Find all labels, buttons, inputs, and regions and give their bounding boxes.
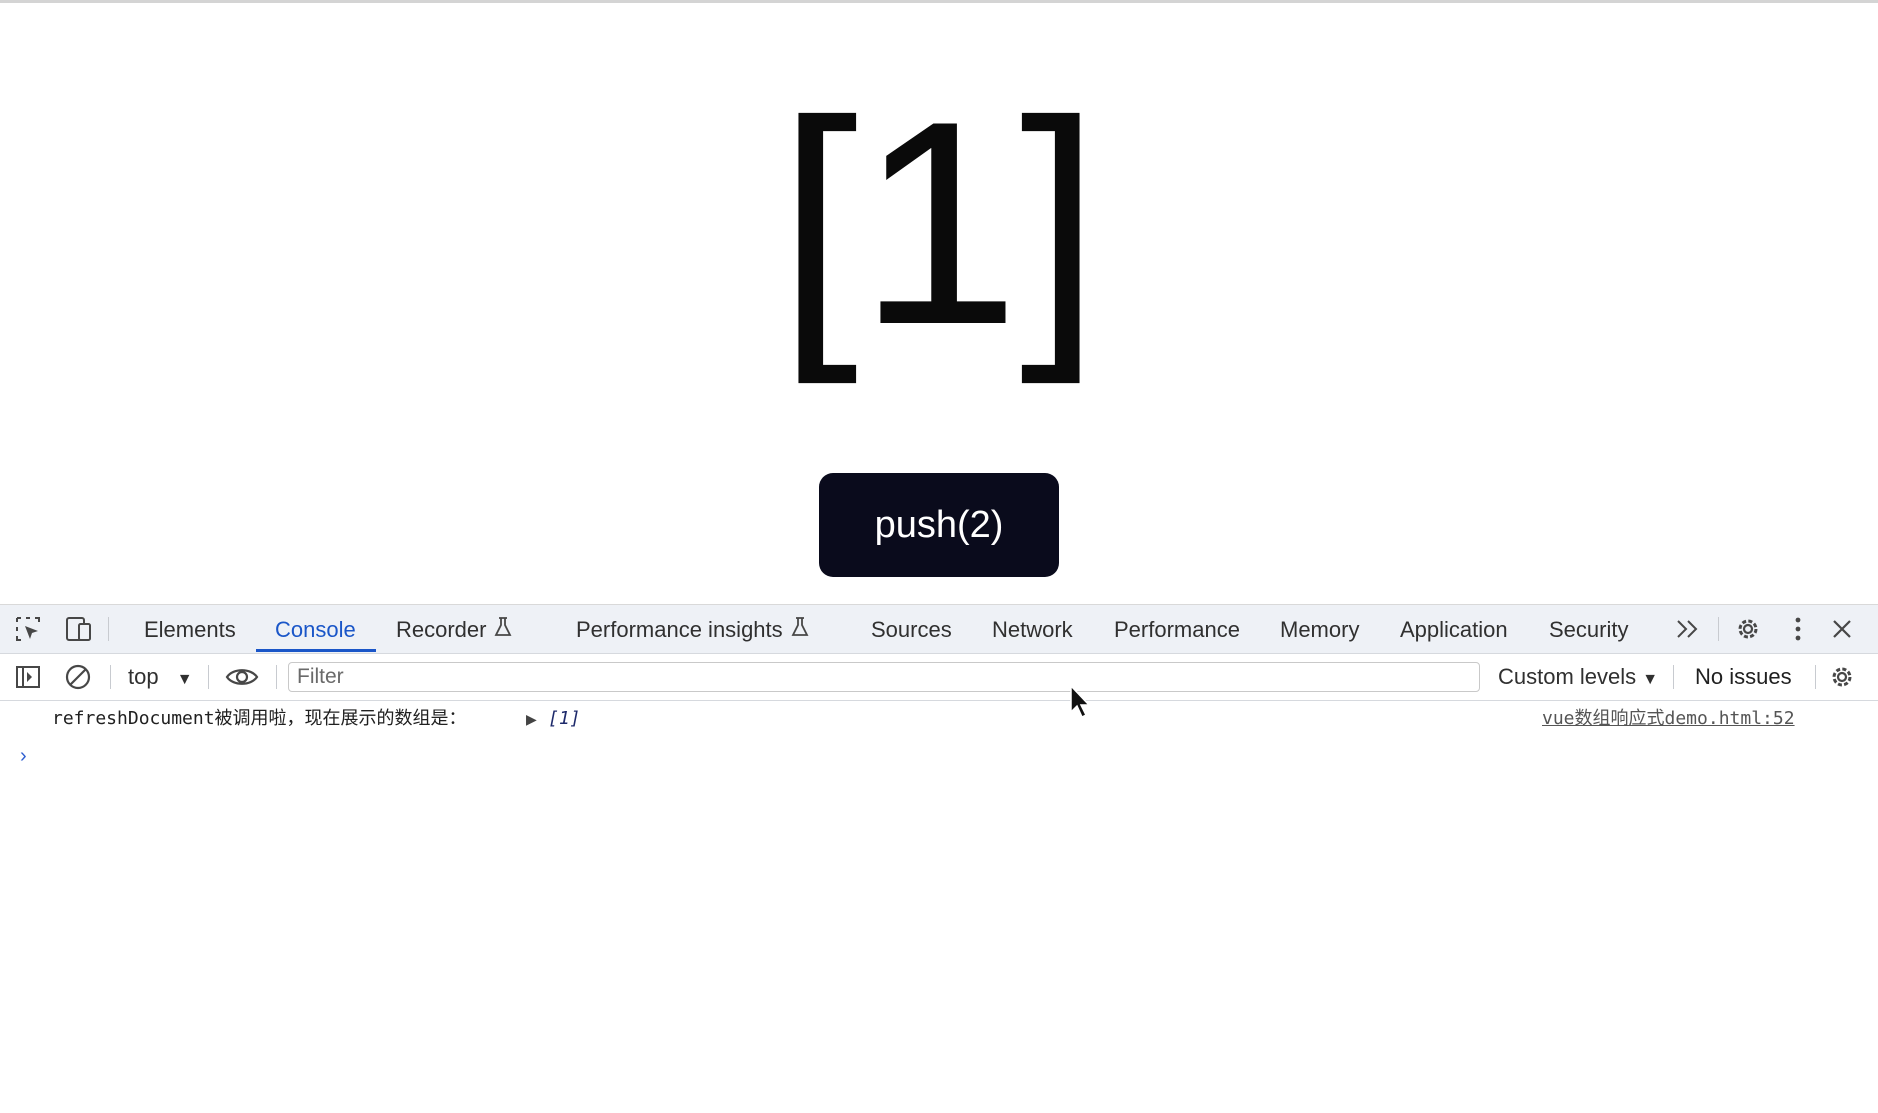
tab-console[interactable]: Console — [275, 605, 356, 653]
log-array-value[interactable]: [1] — [548, 701, 581, 737]
tab-recorder[interactable]: Recorder — [396, 605, 512, 653]
kebab-menu-icon[interactable] — [1783, 615, 1813, 643]
page-content: [1] push(2) — [0, 3, 1878, 604]
devtools-tabbar: Elements Console Recorder Performance in… — [0, 605, 1878, 654]
log-levels-dropdown[interactable]: Custom levels ▼ — [1498, 654, 1658, 700]
console-output: refreshDocument被调用啦，现在展示的数组是： ▶ [1] vue数… — [0, 701, 1878, 1113]
console-log-row: refreshDocument被调用啦，现在展示的数组是： ▶ [1] vue数… — [0, 701, 1878, 737]
console-toolbar: top ▼ Custom levels ▼ No issues — [0, 654, 1878, 701]
tabbar-separator — [1718, 617, 1719, 641]
dropdown-arrow-icon: ▼ — [176, 671, 193, 688]
log-levels-label: Custom levels — [1498, 664, 1637, 689]
dropdown-arrow-icon: ▼ — [1642, 671, 1659, 688]
tab-application[interactable]: Application — [1400, 605, 1508, 653]
flask-icon — [494, 606, 512, 656]
tab-performance[interactable]: Performance — [1114, 605, 1240, 653]
tab-elements[interactable]: Elements — [144, 605, 236, 653]
filter-input[interactable] — [288, 662, 1480, 692]
mouse-cursor-icon — [1069, 684, 1091, 720]
tab-performance-insights[interactable]: Performance insights — [576, 605, 809, 653]
log-source-link[interactable]: vue数组响应式demo.html:52 — [1542, 701, 1795, 737]
active-tab-underline — [256, 649, 376, 652]
context-selector[interactable]: top ▼ — [128, 654, 193, 700]
array-display: [1] — [777, 61, 1101, 385]
sidebar-toggle-icon[interactable] — [13, 663, 43, 691]
eye-icon[interactable] — [224, 663, 260, 691]
settings-gear-icon[interactable] — [1733, 615, 1763, 643]
toolbar-separator — [1673, 665, 1674, 689]
context-label: top — [128, 664, 159, 689]
devtools-panel: Elements Console Recorder Performance in… — [0, 604, 1878, 1113]
toolbar-separator — [110, 665, 111, 689]
flask-icon — [791, 606, 809, 656]
tab-memory[interactable]: Memory — [1280, 605, 1359, 653]
tab-network[interactable]: Network — [992, 605, 1073, 653]
expand-triangle-icon[interactable]: ▶ — [526, 701, 537, 737]
log-message: refreshDocument被调用啦，现在展示的数组是： — [52, 708, 467, 729]
clear-console-icon[interactable] — [63, 663, 93, 691]
tab-performance-insights-label: Performance insights — [576, 617, 783, 642]
tab-recorder-label: Recorder — [396, 617, 487, 642]
toolbar-separator — [208, 665, 209, 689]
console-prompt-icon[interactable]: › — [20, 745, 27, 768]
toolbar-separator — [276, 665, 277, 689]
inspect-element-icon[interactable] — [13, 615, 43, 643]
tab-security[interactable]: Security — [1549, 605, 1628, 653]
close-icon[interactable] — [1827, 615, 1857, 643]
device-toolbar-icon[interactable] — [63, 615, 93, 643]
tab-sources[interactable]: Sources — [871, 605, 952, 653]
console-settings-gear-icon[interactable] — [1827, 663, 1857, 691]
tabbar-separator — [108, 617, 109, 641]
toolbar-separator — [1815, 665, 1816, 689]
issues-counter[interactable]: No issues — [1695, 654, 1792, 700]
push-button[interactable]: push(2) — [819, 473, 1059, 577]
more-tabs-icon[interactable] — [1673, 615, 1703, 643]
